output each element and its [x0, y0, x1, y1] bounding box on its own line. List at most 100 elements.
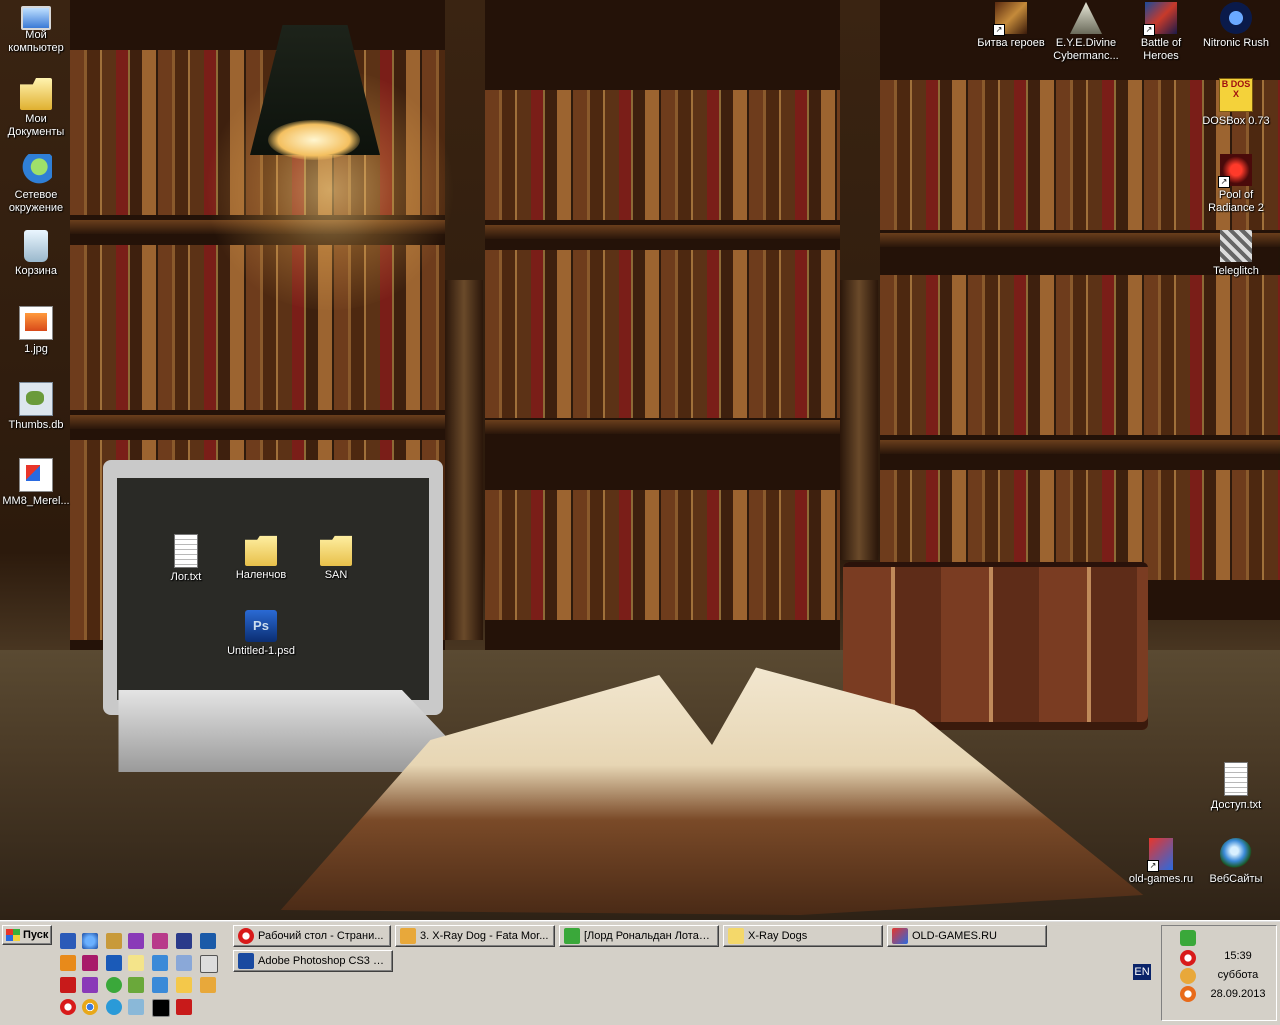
desktop-icon-dostup-txt[interactable]: Доступ.txt [1198, 762, 1274, 812]
app-icon[interactable] [82, 977, 98, 993]
app-icon[interactable] [106, 999, 122, 1015]
system-tray: 15:39 суббота 28.09.2013 [1161, 925, 1277, 1021]
desktop-icon-nitronic-rush[interactable]: Nitronic Rush [1198, 2, 1274, 50]
desktop-icon-untitled-psd[interactable]: Ps Untitled-1.psd [216, 610, 306, 658]
network-icon [20, 154, 52, 186]
browser-icon [892, 928, 908, 944]
chrome-icon[interactable] [82, 999, 98, 1015]
shortcut-arrow-icon: ↗ [993, 24, 1005, 36]
desktop-icon-network[interactable]: Сетевое окружение [0, 154, 74, 215]
opera-icon[interactable] [1180, 950, 1196, 966]
network-status-icon[interactable] [1180, 930, 1196, 946]
save-icon[interactable] [176, 933, 192, 949]
desktop-icon-log-txt[interactable]: Лог.txt [148, 534, 224, 584]
desktop-icon-old-games[interactable]: ↗ old-games.ru [1123, 838, 1199, 886]
my-computer-icon [21, 6, 51, 30]
desktop-icon-bitva-geroev[interactable]: ↗ Битва героев [973, 2, 1049, 50]
task-button[interactable]: Рабочий стол - Страни... [233, 925, 391, 947]
taskbar: Пуск Рабочий стол - Страни... 3. X-Ray D… [0, 920, 1280, 1025]
desktop-icon-1-jpg[interactable]: 1.jpg [0, 306, 74, 356]
app-icon[interactable] [200, 933, 216, 949]
image-file-icon [19, 306, 53, 340]
game-shortcut-icon: ↗ [1143, 2, 1177, 36]
desktop[interactable]: Мой компьютер Мои Документы Сетевое окру… [0, 0, 1280, 920]
desktop-icon-my-documents[interactable]: Мои Документы [0, 78, 74, 139]
app-icon[interactable] [200, 955, 218, 973]
desktop-icon-my-computer[interactable]: Мой компьютер [0, 2, 74, 55]
clock-date: 28.09.2013 [1210, 988, 1266, 1000]
text-file-icon [1224, 762, 1248, 796]
web-shortcut-icon: ↗ [1147, 838, 1173, 872]
desktop-icon-pool-of-radiance[interactable]: ↗ Pool of Radiance 2 [1198, 154, 1274, 215]
task-button[interactable]: 3. X-Ray Dog - Fata Mor... [395, 925, 555, 947]
task-button[interactable]: X-Ray Dogs [723, 925, 883, 947]
my-documents-icon [20, 78, 52, 110]
start-button[interactable]: Пуск [2, 925, 52, 945]
game-shortcut-icon [1220, 2, 1252, 34]
desktop-icon-thumbs-db[interactable]: Thumbs.db [0, 382, 74, 432]
recycle-bin-icon [24, 230, 48, 262]
game-shortcut-icon: ↗ [1218, 154, 1252, 188]
language-indicator[interactable]: EN [1133, 964, 1151, 980]
shortcut-arrow-icon: ↗ [1218, 176, 1230, 188]
notepad-icon[interactable] [128, 955, 144, 971]
app-icon[interactable] [152, 933, 168, 949]
illustrator-icon[interactable] [60, 955, 76, 971]
app-icon[interactable] [152, 977, 168, 993]
photoshop-icon[interactable] [106, 955, 122, 971]
opera-icon [238, 928, 254, 944]
folder-icon [728, 928, 744, 944]
dosbox-icon: B DOS X [1219, 78, 1253, 112]
wallpaper-pillar [840, 280, 878, 560]
shortcut-arrow-icon: ↗ [1143, 24, 1155, 36]
wallpaper-pillar [445, 280, 483, 640]
folder-icon [320, 535, 352, 566]
db-file-icon [19, 382, 53, 416]
desktop-icon-websites[interactable]: ВебСайты [1198, 838, 1274, 886]
antivirus-icon[interactable] [1180, 986, 1196, 1002]
messenger-icon[interactable] [1180, 968, 1196, 984]
app-icon[interactable] [200, 977, 216, 993]
desktop-icon-san[interactable]: SAN [298, 534, 374, 582]
desktop-icon-dosbox[interactable]: B DOS X DOSBox 0.73 [1198, 78, 1274, 128]
desktop-icon-mm8[interactable]: MM8_Merel... [0, 458, 74, 508]
utorrent-icon[interactable] [106, 977, 122, 993]
shortcut-arrow-icon: ↗ [1147, 860, 1159, 872]
app-icon[interactable] [152, 955, 168, 971]
ie-icon[interactable] [82, 933, 98, 949]
app-icon[interactable] [128, 933, 144, 949]
console-icon[interactable] [152, 999, 170, 1017]
word-icon[interactable] [60, 933, 76, 949]
app-icon[interactable] [106, 933, 122, 949]
task-button[interactable]: OLD-GAMES.RU [887, 925, 1047, 947]
folder-icon [245, 535, 277, 566]
winamp-icon [400, 928, 416, 944]
calculator-icon[interactable] [176, 955, 192, 971]
clock-time[interactable]: 15:39 [1202, 950, 1274, 962]
clock-day: суббота [1217, 969, 1259, 981]
desktop-icon-battle-of-heroes[interactable]: ↗ Battle of Heroes [1123, 2, 1199, 63]
text-file-icon [174, 534, 198, 568]
task-button[interactable]: [Лорд Рональдан Лотар]... [559, 925, 719, 947]
notepad-icon [564, 928, 580, 944]
file-icon [19, 458, 53, 492]
app-icon[interactable] [60, 977, 76, 993]
indesign-icon[interactable] [82, 955, 98, 971]
task-button[interactable]: Adobe Photoshop CS3 E... [233, 950, 393, 972]
game-shortcut-icon [1070, 2, 1102, 34]
photoshop-icon [238, 953, 254, 969]
app-icon[interactable] [128, 999, 144, 1015]
desktop-icon-teleglitch[interactable]: Teleglitch [1198, 230, 1274, 278]
psd-file-icon: Ps [245, 610, 277, 642]
opera-icon[interactable] [60, 999, 76, 1015]
windows-logo-icon [6, 929, 20, 941]
desktop-icon-nalenchov[interactable]: Наленчов [223, 534, 299, 582]
app-icon[interactable] [128, 977, 144, 993]
globe-icon [1220, 838, 1252, 870]
desktop-icon-eye-divine[interactable]: E.Y.E.Divine Cybermanc... [1048, 2, 1124, 63]
desktop-icon-recycle-bin[interactable]: Корзина [0, 230, 74, 278]
app-icon[interactable] [176, 999, 192, 1015]
wallpaper-bookshelf-center [485, 0, 840, 650]
app-icon[interactable] [176, 977, 192, 993]
wallpaper-laptop-keyboard [118, 690, 458, 772]
